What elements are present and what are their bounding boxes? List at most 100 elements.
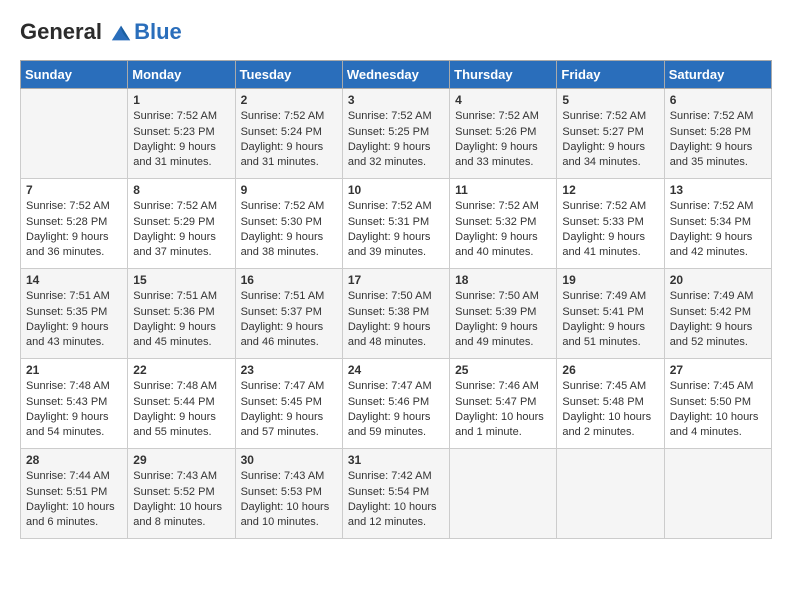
day-number: 29	[133, 453, 229, 467]
calendar-cell: 14Sunrise: 7:51 AM Sunset: 5:35 PM Dayli…	[21, 269, 128, 359]
day-content: Sunrise: 7:52 AM Sunset: 5:28 PM Dayligh…	[670, 109, 766, 171]
day-content: Sunrise: 7:49 AM Sunset: 5:42 PM Dayligh…	[670, 289, 766, 351]
calendar-cell	[557, 449, 664, 539]
day-content: Sunrise: 7:48 AM Sunset: 5:44 PM Dayligh…	[133, 379, 229, 441]
day-content: Sunrise: 7:47 AM Sunset: 5:46 PM Dayligh…	[348, 379, 444, 441]
day-number: 19	[562, 273, 658, 287]
day-number: 8	[133, 183, 229, 197]
day-content: Sunrise: 7:51 AM Sunset: 5:37 PM Dayligh…	[241, 289, 337, 351]
day-number: 27	[670, 363, 766, 377]
day-content: Sunrise: 7:51 AM Sunset: 5:36 PM Dayligh…	[133, 289, 229, 351]
calendar-cell: 20 Sunrise: 7:49 AM Sunset: 5:42 PM Dayli…	[664, 269, 771, 359]
calendar-cell: 13 Sunrise: 7:52 AM Sunset: 5:34 PM Dayli…	[664, 179, 771, 269]
day-number: 4	[455, 93, 551, 107]
calendar-cell: 27 Sunrise: 7:45 AM Sunset: 5:50 PM Dayli…	[664, 359, 771, 449]
calendar-cell	[664, 449, 771, 539]
calendar-cell: 26 Sunrise: 7:45 AM Sunset: 5:48 PM Dayli…	[557, 359, 664, 449]
logo-icon	[110, 22, 132, 44]
day-number: 12	[562, 183, 658, 197]
day-number: 11	[455, 183, 551, 197]
logo-general: General	[20, 19, 102, 44]
calendar-cell: 10 Sunrise: 7:52 AM Sunset: 5:31 PM Dayli…	[342, 179, 449, 269]
day-content: Sunrise: 7:52 AM Sunset: 5:26 PM Dayligh…	[455, 109, 551, 171]
calendar-cell: 11 Sunrise: 7:52 AM Sunset: 5:32 PM Dayli…	[450, 179, 557, 269]
logo-blue: Blue	[134, 20, 182, 44]
day-content: Sunrise: 7:52 AM Sunset: 5:34 PM Dayligh…	[670, 199, 766, 261]
calendar-cell: 15 Sunrise: 7:51 AM Sunset: 5:36 PM Dayli…	[128, 269, 235, 359]
day-number: 18	[455, 273, 551, 287]
calendar-cell	[450, 449, 557, 539]
calendar-cell: 9Sunrise: 7:52 AM Sunset: 5:30 PM Daylig…	[235, 179, 342, 269]
day-number: 16	[241, 273, 337, 287]
header-friday: Friday	[557, 61, 664, 89]
header-tuesday: Tuesday	[235, 61, 342, 89]
day-number: 22	[133, 363, 229, 377]
calendar-cell: 22 Sunrise: 7:48 AM Sunset: 5:44 PM Dayli…	[128, 359, 235, 449]
day-number: 28	[26, 453, 122, 467]
day-content: Sunrise: 7:47 AM Sunset: 5:45 PM Dayligh…	[241, 379, 337, 441]
day-number: 3	[348, 93, 444, 107]
day-content: Sunrise: 7:52 AM Sunset: 5:32 PM Dayligh…	[455, 199, 551, 261]
day-content: Sunrise: 7:52 AM Sunset: 5:33 PM Dayligh…	[562, 199, 658, 261]
day-content: Sunrise: 7:52 AM Sunset: 5:24 PM Dayligh…	[241, 109, 337, 171]
day-number: 5	[562, 93, 658, 107]
calendar-cell: 19Sunrise: 7:49 AM Sunset: 5:41 PM Dayli…	[557, 269, 664, 359]
day-content: Sunrise: 7:45 AM Sunset: 5:48 PM Dayligh…	[562, 379, 658, 441]
day-number: 25	[455, 363, 551, 377]
day-number: 10	[348, 183, 444, 197]
day-content: Sunrise: 7:52 AM Sunset: 5:27 PM Dayligh…	[562, 109, 658, 171]
day-content: Sunrise: 7:45 AM Sunset: 5:50 PM Dayligh…	[670, 379, 766, 441]
calendar-cell: 5 Sunrise: 7:52 AM Sunset: 5:27 PM Daylig…	[557, 89, 664, 179]
day-number: 26	[562, 363, 658, 377]
calendar-header-row: SundayMondayTuesdayWednesdayThursdayFrid…	[21, 61, 772, 89]
day-number: 17	[348, 273, 444, 287]
day-content: Sunrise: 7:48 AM Sunset: 5:43 PM Dayligh…	[26, 379, 122, 441]
day-content: Sunrise: 7:52 AM Sunset: 5:29 PM Dayligh…	[133, 199, 229, 261]
calendar-week-row: 1 Sunrise: 7:52 AM Sunset: 5:23 PM Daylig…	[21, 89, 772, 179]
calendar-table: SundayMondayTuesdayWednesdayThursdayFrid…	[20, 60, 772, 539]
day-content: Sunrise: 7:46 AM Sunset: 5:47 PM Dayligh…	[455, 379, 551, 441]
calendar-cell: 23 Sunrise: 7:47 AM Sunset: 5:45 PM Dayli…	[235, 359, 342, 449]
day-number: 1	[133, 93, 229, 107]
day-number: 13	[670, 183, 766, 197]
day-number: 15	[133, 273, 229, 287]
day-number: 7	[26, 183, 122, 197]
calendar-cell: 4 Sunrise: 7:52 AM Sunset: 5:26 PM Daylig…	[450, 89, 557, 179]
header-sunday: Sunday	[21, 61, 128, 89]
calendar-cell: 3 Sunrise: 7:52 AM Sunset: 5:25 PM Daylig…	[342, 89, 449, 179]
day-content: Sunrise: 7:52 AM Sunset: 5:31 PM Dayligh…	[348, 199, 444, 261]
day-content: Sunrise: 7:43 AM Sunset: 5:53 PM Dayligh…	[241, 469, 337, 531]
calendar-cell: 17 Sunrise: 7:50 AM Sunset: 5:38 PM Dayli…	[342, 269, 449, 359]
header-saturday: Saturday	[664, 61, 771, 89]
calendar-cell: 21 Sunrise: 7:48 AM Sunset: 5:43 PM Dayli…	[21, 359, 128, 449]
calendar-week-row: 7 Sunrise: 7:52 AM Sunset: 5:28 PM Daylig…	[21, 179, 772, 269]
calendar-cell: 12 Sunrise: 7:52 AM Sunset: 5:33 PM Dayli…	[557, 179, 664, 269]
calendar-week-row: 28 Sunrise: 7:44 AM Sunset: 5:51 PM Dayli…	[21, 449, 772, 539]
day-content: Sunrise: 7:52 AM Sunset: 5:23 PM Dayligh…	[133, 109, 229, 171]
calendar-cell: 18 Sunrise: 7:50 AM Sunset: 5:39 PM Dayli…	[450, 269, 557, 359]
header-wednesday: Wednesday	[342, 61, 449, 89]
calendar-week-row: 21 Sunrise: 7:48 AM Sunset: 5:43 PM Dayli…	[21, 359, 772, 449]
day-number: 20	[670, 273, 766, 287]
calendar-cell: 24Sunrise: 7:47 AM Sunset: 5:46 PM Dayli…	[342, 359, 449, 449]
calendar-cell: 1 Sunrise: 7:52 AM Sunset: 5:23 PM Daylig…	[128, 89, 235, 179]
calendar-cell: 29Sunrise: 7:43 AM Sunset: 5:52 PM Dayli…	[128, 449, 235, 539]
day-number: 30	[241, 453, 337, 467]
calendar-cell: 6 Sunrise: 7:52 AM Sunset: 5:28 PM Daylig…	[664, 89, 771, 179]
day-content: Sunrise: 7:44 AM Sunset: 5:51 PM Dayligh…	[26, 469, 122, 531]
calendar-cell: 16 Sunrise: 7:51 AM Sunset: 5:37 PM Dayli…	[235, 269, 342, 359]
day-content: Sunrise: 7:50 AM Sunset: 5:38 PM Dayligh…	[348, 289, 444, 351]
logo: General Blue	[20, 20, 182, 44]
day-number: 6	[670, 93, 766, 107]
day-content: Sunrise: 7:50 AM Sunset: 5:39 PM Dayligh…	[455, 289, 551, 351]
calendar-cell: 8 Sunrise: 7:52 AM Sunset: 5:29 PM Daylig…	[128, 179, 235, 269]
calendar-cell: 25 Sunrise: 7:46 AM Sunset: 5:47 PM Dayli…	[450, 359, 557, 449]
calendar-cell: 2Sunrise: 7:52 AM Sunset: 5:24 PM Daylig…	[235, 89, 342, 179]
calendar-cell	[21, 89, 128, 179]
day-number: 23	[241, 363, 337, 377]
day-content: Sunrise: 7:52 AM Sunset: 5:28 PM Dayligh…	[26, 199, 122, 261]
day-content: Sunrise: 7:52 AM Sunset: 5:30 PM Dayligh…	[241, 199, 337, 261]
day-content: Sunrise: 7:52 AM Sunset: 5:25 PM Dayligh…	[348, 109, 444, 171]
calendar-cell: 31Sunrise: 7:42 AM Sunset: 5:54 PM Dayli…	[342, 449, 449, 539]
day-number: 21	[26, 363, 122, 377]
